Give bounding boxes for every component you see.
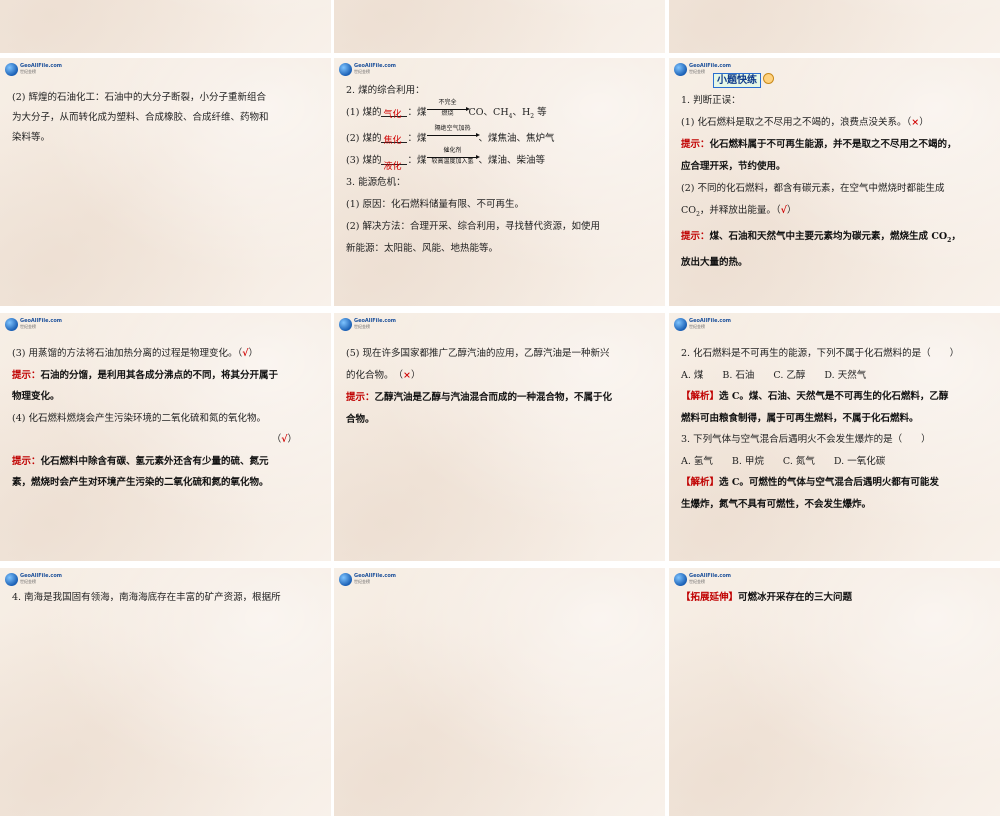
- slide-content: 1. 判断正误： (1) 化石燃料是取之不尽用之不竭的，浪费点没关系。（×） 提…: [681, 90, 986, 274]
- hint-5: 提示：乙醇汽油是乙醇与汽油混合而成的一种混合物，不属于化: [346, 392, 613, 403]
- slide-petrochemical[interactable]: GeoAllFile.com 世纪金榜 (2) 辉煌的石油化工：石油中的大分子断裂…: [0, 58, 331, 306]
- analysis-3: 【解析】选 C。可燃性的气体与空气混合后遇明火都有可能发: [681, 477, 939, 488]
- text-line: 为大分子，从而转化成为塑料、合成橡胶、合成纤维、药物和: [12, 112, 269, 123]
- answer-blank: 气化: [381, 104, 408, 120]
- hint-3-cont: 物理变化。: [12, 391, 60, 402]
- question-4-answer: （√）: [271, 434, 297, 445]
- slide-content: 2. 煤的综合利用： (1) 煤的 气化 ：煤 不完全 燃烧 CO、CH4、H2 等 (2…: [346, 80, 651, 260]
- extension-heading: 【拓展延伸】可燃冰开采存在的三大问题: [681, 592, 853, 603]
- hint-5-cont: 合物。: [346, 414, 375, 425]
- slide-quick-practice[interactable]: GeoAllFile.com 世纪金榜 小题快练 1. 判断正误： (1) 化石燃…: [669, 58, 1000, 306]
- slide-content: (3) 用蒸馏的方法将石油加热分离的过程是物理变化。（√） 提示：石油的分馏，是…: [12, 343, 317, 494]
- question-4: (4) 化石燃料燃烧会产生污染环境的二氧化硫和氮的氧化物。: [12, 412, 266, 424]
- globe-icon: [5, 63, 18, 76]
- text-line: (2) 辉煌的石油化工：石油中的大分子断裂，小分子重新组合: [12, 92, 266, 103]
- question-2: (2) 不同的化石燃料，都含有碳元素，在空气中燃烧时都能生成: [681, 183, 945, 194]
- question-3: 3. 下列气体与空气混合后遇明火不会发生爆炸的是（ ）: [681, 434, 931, 445]
- answer-blank: 液化: [381, 152, 408, 172]
- globe-icon: [674, 573, 687, 586]
- question-5-cont: 的化合物。 （×）: [346, 370, 421, 381]
- answer-blank: 焦化: [381, 130, 408, 146]
- analysis-2: 【解析】选 C。煤、石油、天然气是不可再生的化石燃料，乙醇: [681, 391, 949, 402]
- slide-content: 2. 化石燃料是不可再生的能源，下列不属于化石燃料的是（ ） A. 煤 B. 石…: [681, 343, 986, 515]
- question-2: 2. 化石燃料是不可再生的能源，下列不属于化石燃料的是（ ）: [681, 348, 960, 359]
- slide-judgement-3-4[interactable]: GeoAllFile.com 世纪金榜 (3) 用蒸馏的方法将石油加热分离的过程是…: [0, 313, 331, 561]
- question-4: 4. 南海是我国固有领海，南海海底存在丰富的矿产资源，根据所: [12, 592, 281, 603]
- globe-icon: [5, 573, 18, 586]
- globe-icon: [339, 318, 352, 331]
- hint-2-cont: 放出大量的热。: [681, 256, 748, 268]
- hint-1: 提示：化石燃料属于不可再生能源，并不是取之不尽用之不竭的，: [681, 139, 957, 150]
- slide-south-sea[interactable]: GeoAllFile.com 世纪金榜 4. 南海是我国固有领海，南海海底存在丰富…: [0, 568, 331, 816]
- brand-logo: GeoAllFile.com 世纪金榜: [674, 318, 731, 332]
- text-line: 新能源：太阳能、风能、地热能等。: [346, 242, 499, 254]
- slide-top-right: [669, 0, 1000, 53]
- reaction-arrow: 隔绝空气加热: [426, 125, 480, 143]
- slide-content: (5) 现在许多国家都推广乙醇汽油的应用，乙醇汽油是一种新兴 的化合物。 （×）…: [346, 343, 651, 431]
- brand-logo: GeoAllFile.com 世纪金榜: [5, 573, 62, 587]
- question-5: (5) 现在许多国家都推广乙醇汽油的应用，乙醇汽油是一种新兴: [346, 348, 610, 359]
- coal-liquefaction-line: (3) 煤的 液化 ：煤 催化剂 较高温度加入氢 、煤油、柴油等: [346, 146, 546, 172]
- wrong-mark: ×: [403, 370, 411, 381]
- question-3-options: A. 氢气 B. 甲烷 C. 氮气 D. 一氧化碳: [681, 455, 886, 467]
- hint-3: 提示：石油的分馏，是利用其各成分沸点的不同，将其分开属于: [12, 369, 279, 381]
- globe-icon: [674, 63, 687, 76]
- globe-icon: [339, 573, 352, 586]
- brand-logo: GeoAllFile.com 世纪金榜: [339, 573, 396, 587]
- globe-icon: [5, 318, 18, 331]
- analysis-2-cont: 燃料可由粮食制得，属于可再生燃料，不属于化石燃料。: [681, 412, 919, 424]
- reaction-arrow: 不完全 燃烧: [426, 99, 470, 117]
- brand-logo: GeoAllFile.com 世纪金榜: [339, 63, 396, 77]
- section-title: 3. 能源危机：: [346, 176, 406, 188]
- coal-coking-line: (2) 煤的 焦化 ：煤 隔绝空气加热 、煤焦油、焦炉气: [346, 124, 555, 146]
- hint-4: 提示：化石燃料中除含有碳、氢元素外还含有少量的硫、氮元: [12, 455, 269, 467]
- slide-extension[interactable]: GeoAllFile.com 世纪金榜 【拓展延伸】可燃冰开采存在的三大问题: [669, 568, 1000, 816]
- coal-gasification-line: (1) 煤的 气化 ：煤 不完全 燃烧 CO、CH4、H2 等: [346, 99, 547, 120]
- question-3: (3) 用蒸馏的方法将石油加热分离的过程是物理变化。（√）: [12, 348, 258, 359]
- hint-2: 提示：煤、石油和天然气中主要元素均为碳元素，燃烧生成 CO2，: [681, 230, 961, 244]
- question-title: 1. 判断正误：: [681, 95, 741, 106]
- brand-logo: GeoAllFile.com 世纪金榜: [5, 63, 62, 77]
- question-1: (1) 化石燃料是取之不尽用之不竭的，浪费点没关系。（×）: [681, 117, 929, 128]
- slide-bottom-middle[interactable]: GeoAllFile.com 世纪金榜: [334, 568, 665, 816]
- hint-4-cont: 素，燃烧时会产生对环境产生污染的二氧化硫和氮的氧化物。: [12, 477, 269, 488]
- question-2-options: A. 煤 B. 石油 C. 乙醇 D. 天然气: [681, 369, 867, 381]
- slide-top-middle: [334, 0, 665, 53]
- question-2-cont: CO2，并释放出能量。（√）: [681, 205, 797, 218]
- text-line: (2) 解决方法：合理开采、综合利用，寻找替代资源，如使用: [346, 220, 600, 232]
- wrong-mark: ×: [911, 117, 920, 128]
- slide-judgement-5[interactable]: GeoAllFile.com 世纪金榜 (5) 现在许多国家都推广乙醇汽油的应用，…: [334, 313, 665, 561]
- brand-logo: GeoAllFile.com 世纪金榜: [5, 318, 62, 332]
- section-tag: 小题快练: [713, 68, 774, 88]
- hint-1-cont: 应合理开采，节约使用。: [681, 161, 786, 172]
- text-line: (1) 原因：化石燃料储量有限、不可再生。: [346, 198, 524, 210]
- clock-icon: [763, 73, 774, 84]
- brand-logo: GeoAllFile.com 世纪金榜: [339, 318, 396, 332]
- slide-top-left: [0, 0, 331, 53]
- globe-icon: [674, 318, 687, 331]
- brand-logo: GeoAllFile.com 世纪金榜: [674, 573, 731, 587]
- text-line: 染料等。: [12, 132, 51, 143]
- slide-coal-utilization[interactable]: GeoAllFile.com 世纪金榜 2. 煤的综合利用： (1) 煤的 气化 ：煤…: [334, 58, 665, 306]
- reaction-arrow: 催化剂 较高温度加入氢: [426, 147, 480, 165]
- globe-icon: [339, 63, 352, 76]
- section-title: 2. 煤的综合利用：: [346, 85, 425, 96]
- analysis-3-cont: 生爆炸，氮气不具有可燃性，不会发生爆炸。: [681, 498, 872, 510]
- slide-content: (2) 辉煌的石油化工：石油中的大分子断裂，小分子重新组合 为大分子，从而转化成…: [12, 88, 317, 148]
- slide-content: 【拓展延伸】可燃冰开采存在的三大问题: [681, 588, 986, 608]
- slide-choice-questions[interactable]: GeoAllFile.com 世纪金榜 2. 化石燃料是不可再生的能源，下列不属于…: [669, 313, 1000, 561]
- slide-content: 4. 南海是我国固有领海，南海海底存在丰富的矿产资源，根据所: [12, 588, 317, 608]
